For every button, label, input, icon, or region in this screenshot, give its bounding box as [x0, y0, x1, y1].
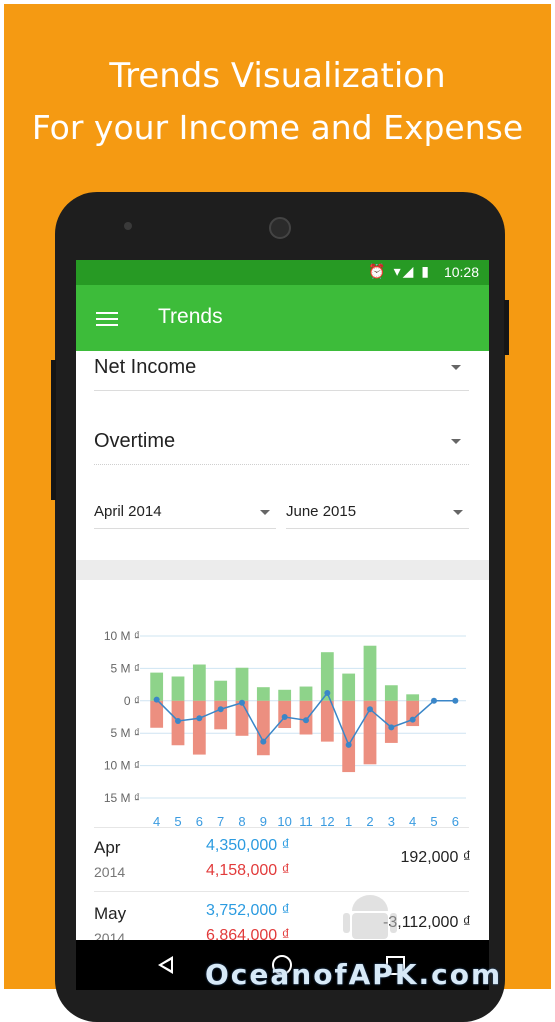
back-icon-inner	[162, 960, 171, 970]
expense-bar	[320, 700, 334, 742]
net-point	[217, 706, 224, 713]
section-divider	[76, 560, 489, 580]
row-month: May	[94, 904, 127, 923]
mode-dropdown[interactable]: Overtime	[94, 430, 469, 465]
from-date-dropdown[interactable]: April 2014	[94, 500, 276, 529]
app-bar: Trends	[76, 285, 489, 351]
android-watermark-icon	[343, 895, 397, 939]
row-month: Apr	[94, 838, 121, 857]
to-date-value: June 2015	[286, 503, 357, 520]
net-point	[196, 715, 203, 722]
headline-subtitle: For your Income and Expense	[31, 108, 524, 147]
status-time: 10:28	[443, 264, 479, 280]
income-bar	[384, 685, 398, 701]
mode-value: Overtime	[94, 430, 176, 452]
income-bar	[171, 676, 185, 701]
net-point	[281, 714, 288, 720]
y-tick-label: 10 M ₫	[104, 629, 140, 643]
y-tick-label: 0 ₫	[124, 694, 140, 708]
hamburger-menu-icon[interactable]	[96, 312, 118, 326]
watermark-text: OceanofAPK.com	[205, 958, 503, 991]
to-date-dropdown[interactable]: June 2015	[286, 500, 469, 529]
app-screen: ⏰ ▾◢ ▮ 10:28 Trends Net Income Overtime …	[76, 260, 489, 940]
net-point	[388, 724, 395, 731]
y-tick-label: 15 M ₫	[104, 791, 140, 805]
y-tick-label: 10 M ₫	[104, 759, 140, 773]
row-expense: 4,158,000 ₫	[206, 862, 290, 879]
income-bar	[256, 687, 270, 701]
trend-chart: 10 M ₫5 M ₫0 ₫5 M ₫10 M ₫15 M ₫4 5 6 7 8 9 10 1…	[104, 629, 466, 829]
income-bar	[192, 664, 206, 701]
row-expense: 6,864,000 ₫	[206, 927, 290, 940]
chevron-down-icon	[453, 510, 463, 515]
income-bar	[299, 686, 313, 701]
net-point	[345, 741, 352, 748]
row-net: 192,000 ₫	[400, 849, 472, 866]
power-button	[504, 300, 509, 355]
chevron-down-icon	[451, 439, 461, 444]
income-bar	[342, 673, 356, 701]
y-tick-label: 5 M ₫	[111, 726, 141, 740]
net-point	[409, 716, 416, 723]
expense-bar	[384, 700, 398, 743]
metric-value: Net Income	[94, 356, 197, 378]
row-divider	[94, 827, 469, 828]
net-point	[431, 697, 437, 704]
headline-title: Trends Visualization	[109, 56, 446, 96]
net-point	[303, 717, 309, 724]
expense-bar	[235, 700, 249, 736]
row-year: 2014	[94, 930, 126, 940]
net-point	[239, 699, 245, 706]
net-point	[260, 738, 267, 745]
volume-button	[51, 360, 56, 500]
net-point	[452, 697, 459, 704]
net-point	[175, 717, 181, 724]
income-bar	[235, 667, 249, 701]
row-income: 3,752,000 ₫	[206, 902, 290, 919]
net-point	[153, 696, 160, 703]
row-income: 4,350,000 ₫	[206, 837, 290, 854]
expense-bar	[256, 700, 270, 756]
expense-bar	[192, 700, 206, 755]
row-divider	[94, 891, 469, 892]
y-tick-label: 5 M ₫	[111, 661, 141, 675]
from-date-value: April 2014	[94, 503, 162, 520]
income-bar	[363, 645, 377, 701]
chevron-down-icon	[260, 510, 270, 515]
earpiece-speaker	[269, 217, 291, 239]
app-bar-title: Trends	[158, 305, 223, 328]
chevron-down-icon	[451, 365, 461, 370]
income-bar	[406, 694, 420, 701]
status-bar: ⏰ ▾◢ ▮ 10:28	[76, 260, 489, 285]
net-point	[367, 706, 373, 713]
front-camera	[124, 222, 132, 230]
metric-dropdown[interactable]: Net Income	[94, 356, 469, 391]
expense-bar	[214, 700, 228, 730]
status-icons: ⏰ ▾◢ ▮	[368, 263, 431, 279]
row-year: 2014	[94, 864, 126, 880]
income-bar	[278, 689, 292, 701]
net-point	[324, 690, 331, 697]
income-bar	[214, 680, 228, 701]
